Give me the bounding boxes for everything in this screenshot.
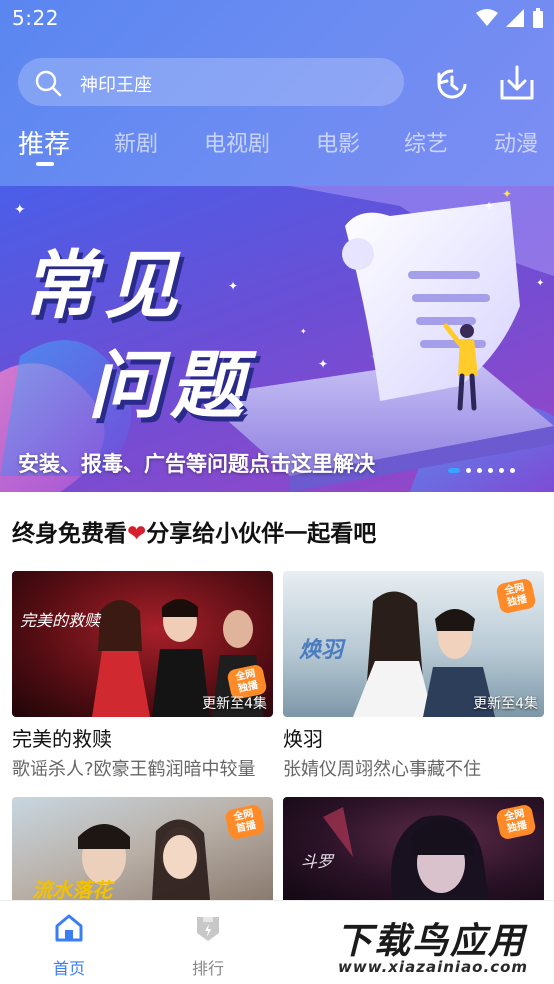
pagination-dot xyxy=(448,468,460,473)
search-bar[interactable]: 神印王座 xyxy=(18,58,404,106)
status-bar: 5:22 xyxy=(0,0,554,40)
pagination-dot xyxy=(510,468,515,473)
history-icon[interactable] xyxy=(432,64,470,102)
svg-text:焕羽: 焕羽 xyxy=(299,638,346,663)
nav-label: 首页 xyxy=(52,959,85,978)
tab-anime[interactable]: 动漫 xyxy=(494,126,538,158)
banner-carousel[interactable]: ✦ ✦ ✦ ✦ ✦ ✦ ✦ 常见 问题 安装、报毒、广告等问题点击这里解决 xyxy=(0,186,554,492)
svg-text:流水落花: 流水落花 xyxy=(32,878,115,900)
svg-text:斗罗: 斗罗 xyxy=(301,852,335,871)
nav-label: 排行 xyxy=(191,959,224,978)
watermark-url: www.xiazainiao.com xyxy=(338,958,529,976)
banner-pagination xyxy=(448,468,515,473)
pagination-dot xyxy=(488,468,493,473)
nav-home[interactable]: 首页 xyxy=(19,901,119,984)
svg-text:✦: ✦ xyxy=(228,279,238,293)
battery-icon xyxy=(533,8,543,28)
card-subtitle: 歌谣杀人?欧豪王鹤润暗中较量 xyxy=(12,759,256,780)
tab-indicator xyxy=(36,162,54,166)
wifi-icon xyxy=(476,9,498,26)
episode-label: 更新至4集 xyxy=(473,696,538,712)
search-input[interactable]: 神印王座 xyxy=(80,71,152,97)
svg-text:✦: ✦ xyxy=(318,357,328,371)
pagination-dot xyxy=(499,468,504,473)
tab-movies[interactable]: 电影 xyxy=(316,126,360,158)
poster-image[interactable]: 斗罗 全网 独播 xyxy=(283,797,544,900)
tab-tv-series[interactable]: 电视剧 xyxy=(204,126,270,158)
nav-ranking[interactable]: 排行 xyxy=(158,901,258,984)
watermark-title: 下载鸟应用 xyxy=(336,921,527,962)
section-title: 终身免费看❤分享给小伙伴一起看吧 xyxy=(12,514,376,548)
episode-label: 更新至4集 xyxy=(202,696,267,712)
svg-text:✦: ✦ xyxy=(536,278,544,289)
poster-title: 完美的救赎 xyxy=(20,611,101,630)
tab-recommend[interactable]: 推荐 xyxy=(18,124,70,161)
svg-text:✦: ✦ xyxy=(484,199,494,213)
ranking-icon xyxy=(197,917,219,941)
category-tabs: 推荐 新剧 电视剧 电影 综艺 动漫 xyxy=(0,122,554,172)
watermark: 下载鸟应用 www.xiazainiao.com xyxy=(330,906,554,984)
poster-image[interactable]: 完美的救赎 全网 独播 更新至4集 xyxy=(12,571,273,717)
poster-image[interactable]: 焕羽 全网 独播 更新至4集 xyxy=(283,571,544,717)
banner-title-line1: 常见 xyxy=(22,243,186,329)
tab-variety[interactable]: 综艺 xyxy=(404,126,448,158)
search-icon xyxy=(35,70,62,97)
home-icon xyxy=(55,914,83,942)
card-title: 焕羽 xyxy=(283,727,323,751)
status-time: 5:22 xyxy=(12,6,59,30)
heart-icon: ❤ xyxy=(127,521,147,547)
pagination-dot xyxy=(466,468,471,473)
svg-text:✦: ✦ xyxy=(300,327,307,336)
card-title: 完美的救赎 xyxy=(12,727,112,751)
header: 5:22 神印王座 推荐 新剧 电视剧 电影 综艺 动漫 xyxy=(0,0,554,186)
signal-icon xyxy=(506,9,524,27)
section-title-text: 终身免费看 xyxy=(12,521,127,547)
status-icons xyxy=(476,8,544,28)
download-icon[interactable] xyxy=(498,64,536,102)
svg-text:✦: ✦ xyxy=(14,202,26,218)
tab-new-drama[interactable]: 新剧 xyxy=(114,126,158,158)
card-subtitle: 张婧仪周翊然心事藏不住 xyxy=(283,759,481,780)
section-title-text: 分享给小伙伴一起看吧 xyxy=(146,521,377,547)
pagination-dot xyxy=(477,468,482,473)
banner-title-line2: 问题 xyxy=(88,343,252,429)
poster-image[interactable]: 流水落花 全网 首播 xyxy=(12,797,273,900)
svg-text:✦: ✦ xyxy=(502,187,512,201)
banner-caption: 安装、报毒、广告等问题点击这里解决 xyxy=(18,452,375,476)
